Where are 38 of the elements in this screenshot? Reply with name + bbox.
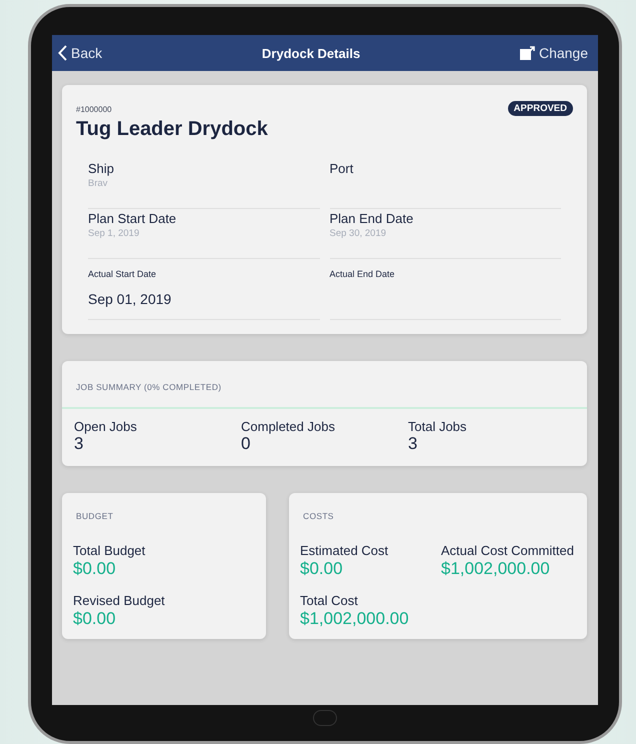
- change-button[interactable]: Change: [518, 43, 590, 63]
- amount-value: $0.00: [300, 559, 344, 579]
- field-label: Plan End Date: [330, 211, 414, 226]
- amount-label: Revised Budget: [73, 593, 166, 608]
- amount-label: Total Budget: [73, 543, 146, 558]
- drydock-number: #1000000: [76, 105, 112, 114]
- amount-value: $0.00: [73, 559, 117, 579]
- status-badge: APPROVED: [508, 101, 573, 116]
- stat-label: Total Jobs: [408, 419, 468, 434]
- edit-icon: [520, 46, 535, 60]
- field-label: Port: [330, 161, 354, 176]
- amount-value: $1,002,000.00: [441, 559, 551, 579]
- section-title: BUDGET: [76, 511, 114, 521]
- section-title: JOB SUMMARY (0% COMPLETED): [76, 382, 222, 392]
- chevron-left-icon: [58, 45, 67, 61]
- section-title: COSTS: [303, 511, 335, 521]
- amount-value: $0.00: [73, 609, 117, 629]
- field-label: Actual End Date: [330, 269, 396, 279]
- amount-label: Estimated Cost: [300, 543, 390, 558]
- field-label: Actual Start Date: [88, 269, 158, 279]
- stat-label: Completed Jobs: [241, 419, 336, 434]
- screen-title: Drydock Details: [262, 46, 360, 60]
- drydock-name: Tug Leader Drydock: [76, 118, 269, 141]
- home-button[interactable]: [313, 710, 337, 726]
- back-button[interactable]: Back: [56, 43, 104, 63]
- amount-label: Total Cost: [300, 593, 359, 608]
- stat-value: 0: [241, 434, 252, 454]
- stat-value: 3: [74, 434, 84, 454]
- amount-value: $1,002,000.00: [300, 609, 410, 629]
- field-value: Sep 01, 2019: [88, 291, 172, 307]
- stat-value: 3: [408, 434, 418, 454]
- field-value: Sep 30, 2019: [330, 228, 388, 239]
- stat-label: Open Jobs: [74, 419, 138, 434]
- field-value: Brav: [88, 178, 109, 189]
- field-label: Plan Start Date: [88, 211, 178, 226]
- field-label: Ship: [88, 161, 116, 176]
- amount-label: Actual Cost Committed: [441, 543, 575, 558]
- field-value: Sep 1, 2019: [88, 228, 140, 239]
